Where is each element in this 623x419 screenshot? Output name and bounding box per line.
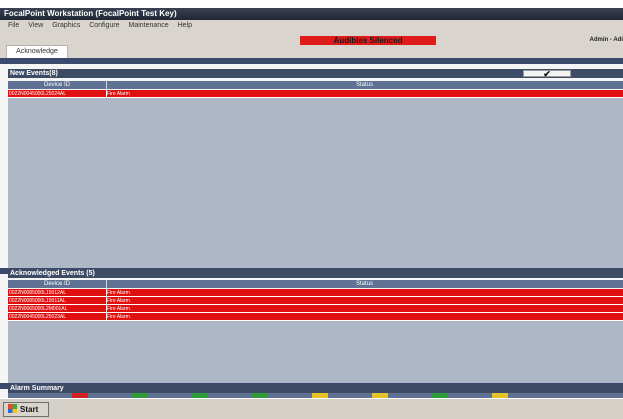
column-status[interactable]: Status xyxy=(106,81,623,89)
device-id-cell: 0022N0085000L15012AL xyxy=(9,290,66,296)
window-title: FocalPoint Workstation (FocalPoint Test … xyxy=(0,8,623,20)
column-device-id[interactable]: Device ID xyxy=(8,81,107,89)
windows-logo-icon xyxy=(8,404,17,413)
new-events-header: New Events(8) ✔ xyxy=(8,69,623,79)
start-button[interactable]: Start xyxy=(3,402,49,417)
section-divider xyxy=(0,58,623,64)
new-events-column-header: Device ID Status xyxy=(8,81,623,89)
acknowledged-events-column-header: Device ID Status xyxy=(8,280,623,288)
status-cell: Fire Alarm xyxy=(107,306,130,312)
table-row[interactable]: 0022N0085000L15012AL Fire Alarm xyxy=(8,289,623,297)
checkmark-icon: ✔ xyxy=(543,69,551,79)
table-row[interactable]: 0022N0065000L2M001AL Fire Alarm xyxy=(8,305,623,313)
device-id-cell: 0022N0085000L15011AL xyxy=(9,298,66,304)
events-panel: New Events(8) ✔ Device ID Status 0022N00… xyxy=(0,58,623,398)
device-id-cell: 0022N0065000L2M001AL xyxy=(9,306,68,312)
menu-configure[interactable]: Configure xyxy=(89,22,119,29)
tab-row: Acknowledge xyxy=(0,45,623,58)
acknowledged-events-grid: 0022N0085000L15012AL Fire Alarm 0022N008… xyxy=(8,289,623,383)
start-label: Start xyxy=(20,405,39,414)
status-cell: Fire Alarm xyxy=(107,91,130,97)
taskbar: Start xyxy=(0,398,623,419)
device-id-cell: 0022N0045000L25023AL xyxy=(9,314,66,320)
status-cell: Fire Alarm xyxy=(107,314,130,320)
tab-acknowledge[interactable]: Acknowledge xyxy=(6,45,68,58)
column-status[interactable]: Status xyxy=(106,280,623,288)
user-label: Admin - Adi xyxy=(589,37,623,43)
device-id-cell: 0022N0045000L25024AL xyxy=(9,91,66,97)
table-row[interactable]: 0022N0045000L25024AL Fire Alarm xyxy=(8,90,623,98)
acknowledged-events-header: Acknowledged Events (5) xyxy=(8,269,623,278)
acknowledge-button[interactable]: ✔ xyxy=(523,69,571,79)
status-cell: Fire Alarm xyxy=(107,290,130,296)
new-events-title: New Events(8) xyxy=(10,70,58,77)
menu-graphics[interactable]: Graphics xyxy=(52,22,80,29)
status-cell: Fire Alarm xyxy=(107,298,130,304)
column-device-id[interactable]: Device ID xyxy=(8,280,107,288)
menu-view[interactable]: View xyxy=(28,22,43,29)
table-row[interactable]: 0022N0045000L25023AL Fire Alarm xyxy=(8,313,623,321)
menu-maintenance[interactable]: Maintenance xyxy=(129,22,169,29)
new-events-grid: 0022N0045000L25024AL Fire Alarm xyxy=(8,90,623,268)
alarm-summary-header: Alarm Summary xyxy=(8,384,623,393)
table-row[interactable]: 0022N0085000L15011AL Fire Alarm xyxy=(8,297,623,305)
menu-help[interactable]: Help xyxy=(178,22,192,29)
menu-file[interactable]: File xyxy=(8,22,19,29)
